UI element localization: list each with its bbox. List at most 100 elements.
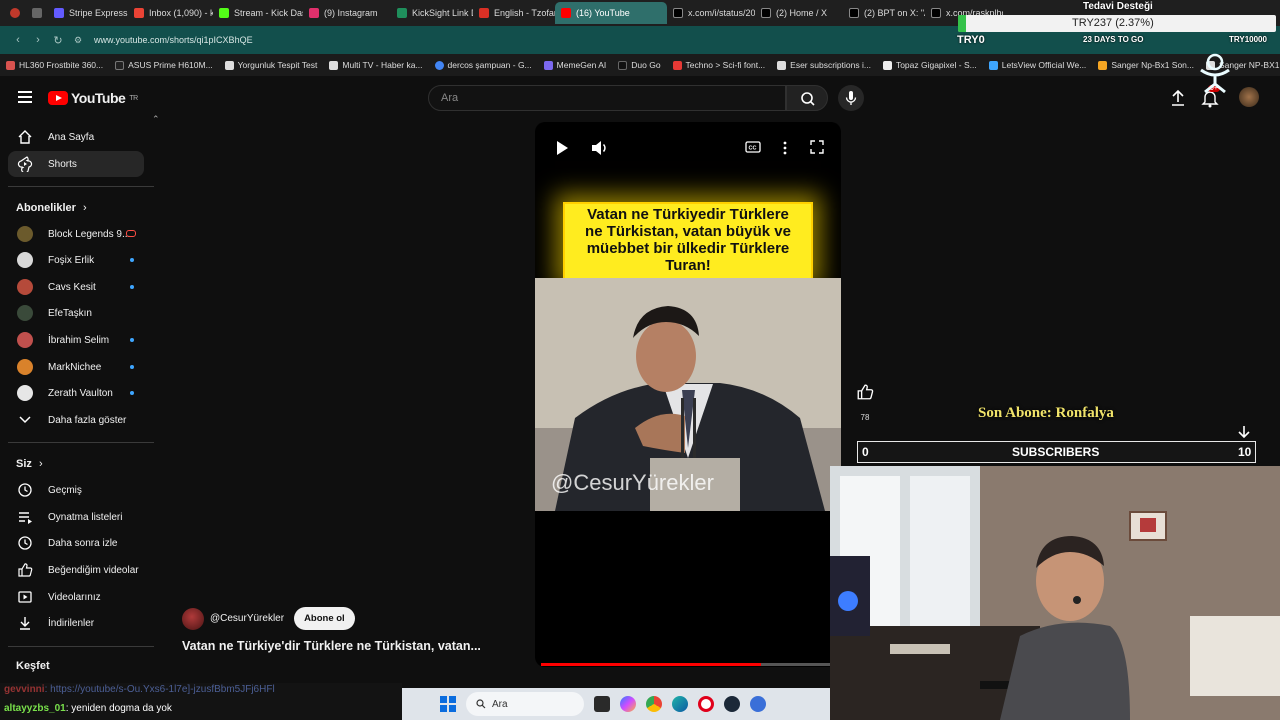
hamburger-menu-icon[interactable] (18, 91, 32, 103)
sidebar-item-home[interactable]: Ana Sayfa (8, 124, 144, 150)
tab-kick[interactable]: Stream - Kick Dash (213, 2, 303, 24)
sidebar-channel[interactable]: EfeTaşkın (8, 300, 144, 326)
like-count: 78 (860, 413, 870, 422)
streamer-mascot-icon (1200, 53, 1230, 94)
tab-youtube[interactable]: (16) YouTube (555, 2, 667, 24)
goal-progress-fill (958, 15, 966, 32)
video-caption-banner: Vatan ne Türkiyedir Türklere ne Türkista… (563, 202, 813, 280)
taskbar-search[interactable]: Ara (466, 692, 584, 716)
bookmarks-bar: HL360 Frostbite 360... ASUS Prime H610M.… (0, 54, 1280, 76)
bookmark-item[interactable]: MemeGen AI (543, 60, 607, 70)
account-avatar[interactable] (1239, 87, 1259, 107)
app-icon[interactable] (750, 696, 766, 712)
webcam-feed (830, 466, 1280, 720)
opera-icon[interactable] (698, 696, 714, 712)
task-view-icon[interactable] (594, 696, 610, 712)
tab-kicksight[interactable]: KickSight Link Dete (391, 2, 473, 24)
bookmark-item[interactable]: Duo Go (618, 60, 661, 70)
show-more-button[interactable]: Daha fazla göster (8, 407, 144, 433)
bookmark-item[interactable]: Topaz Gigapixel - S... (882, 60, 977, 70)
sidebar-channel[interactable]: Zerath Vaulton (8, 380, 144, 406)
x-icon (931, 8, 941, 18)
tab-x-status[interactable]: x.com/i/status/203 (667, 2, 755, 24)
steam-icon[interactable] (724, 696, 740, 712)
sidebar-item-liked-videos[interactable]: Beğendiğim videolar (8, 557, 144, 583)
tab-gmail[interactable]: Inbox (1,090) - kick (128, 2, 213, 24)
url-field[interactable]: www.youtube.com/shorts/qi1pICXBhQE (94, 35, 253, 45)
windows-start-icon[interactable] (440, 696, 456, 712)
channel-avatar[interactable] (182, 607, 204, 630)
bookmark-label: MemeGen AI (556, 60, 607, 70)
bookmark-item[interactable]: dercos şampuan - G... (434, 60, 532, 70)
tab-x-home[interactable]: (2) Home / X (755, 2, 843, 24)
bookmark-item[interactable]: Multi TV - Haber ka... (329, 60, 423, 70)
chrome-icon[interactable] (646, 696, 662, 712)
opera-menu-button[interactable] (4, 2, 26, 24)
bookmark-item[interactable]: Yorgunluk Tespit Test (224, 60, 317, 70)
channel-name: Cavs Kesit (48, 281, 96, 293)
sidebar-divider (8, 186, 154, 187)
sidebar-item-your-videos[interactable]: Videolarınız (8, 584, 144, 610)
subscriptions-heading[interactable]: Abonelikler › (16, 202, 87, 214)
bookmark-item[interactable]: Techno > Sci-fi font... (672, 60, 765, 70)
progress-fill (541, 663, 762, 666)
chevron-right-icon: › (82, 202, 87, 214)
bookmark-item[interactable]: ASUS Prime H610M... (115, 60, 213, 70)
upload-icon[interactable] (1170, 89, 1186, 107)
subscriptions-heading-label: Abonelikler (16, 202, 76, 214)
tab-x-bpt[interactable]: (2) BPT on X: "Ay (843, 2, 925, 24)
forward-button[interactable]: › (28, 34, 48, 46)
sidebar-channel[interactable]: MarkNichee (8, 354, 144, 380)
sidebar-item-watch-later[interactable]: Daha sonra izle (8, 530, 144, 556)
bookmark-item[interactable]: LetsView Official We... (988, 60, 1087, 70)
volume-icon[interactable] (591, 140, 609, 156)
sidebar-item-history[interactable]: Geçmiş (8, 477, 144, 503)
captions-icon[interactable]: CC (745, 140, 761, 154)
next-short-icon[interactable] (1236, 424, 1252, 440)
chevron-right-icon: › (38, 458, 43, 470)
search-input[interactable]: Ara (428, 85, 786, 111)
play-icon[interactable] (555, 140, 569, 156)
avatar (17, 332, 33, 348)
voice-search-button[interactable] (838, 85, 864, 111)
bookmark-item[interactable]: Sanger Np-Bx1 Son... (1098, 60, 1194, 70)
back-button[interactable]: ‹ (8, 34, 28, 46)
sidebar-channel[interactable]: Block Legends 9... (8, 221, 144, 247)
shorts-video-player[interactable]: CC Vatan ne Türkiyedir Türklere ne Türki… (535, 122, 841, 667)
sidebar-channel[interactable]: Foşix Erlik (8, 247, 144, 273)
youtube-logo[interactable]: YouTube TR (48, 90, 138, 106)
google-icon (434, 60, 444, 70)
sidebar-item-playlists[interactable]: Oynatma listeleri (8, 504, 144, 530)
fullscreen-icon[interactable] (810, 140, 824, 154)
edge-icon[interactable] (672, 696, 688, 712)
channel-handle[interactable]: @CesurYürekler (210, 613, 284, 624)
sidebar-scroll-up-icon[interactable]: ⌃ (152, 114, 160, 125)
you-heading[interactable]: Siz › (16, 458, 43, 470)
microphone-icon (845, 91, 857, 105)
bookmark-icon (543, 60, 553, 70)
tab-workspace[interactable] (26, 2, 48, 24)
sidebar-channel[interactable]: İbrahim Selim (8, 327, 144, 353)
new-content-dot (130, 285, 134, 289)
bookmark-label: LetsView Official We... (1001, 60, 1087, 70)
tab-instagram[interactable]: (9) Instagram (303, 2, 391, 24)
search-button[interactable] (786, 85, 828, 111)
sidebar-channel[interactable]: Cavs Kesit (8, 274, 144, 300)
more-options-icon[interactable] (782, 140, 788, 156)
tedavi-label: Tedavi Desteği (1083, 1, 1153, 12)
video-progress-bar[interactable] (541, 663, 831, 666)
banner-line: ne Türkistan, vatan büyük ve (585, 223, 791, 240)
short-title[interactable]: Vatan ne Türkiye'dir Türklere ne Türkist… (182, 639, 481, 653)
bookmark-item[interactable]: HL360 Frostbite 360... (6, 60, 103, 70)
tab-tzofar[interactable]: English - Tzofar - F (473, 2, 555, 24)
reload-button[interactable]: ↻ (48, 34, 68, 47)
copilot-icon[interactable] (620, 696, 636, 712)
sidebar-item-shorts[interactable]: Shorts (8, 151, 144, 177)
sidebar-item-downloads[interactable]: İndirilenler (8, 610, 144, 636)
bookmark-icon (672, 60, 682, 70)
bookmark-item[interactable]: Eser subscriptions i... (777, 60, 871, 70)
tab-stripe[interactable]: Stripe Express (48, 2, 128, 24)
chat-username: altayyzbs_01 (4, 703, 66, 714)
like-icon[interactable] (856, 383, 874, 401)
subscribe-button[interactable]: Abone ol (294, 607, 355, 630)
